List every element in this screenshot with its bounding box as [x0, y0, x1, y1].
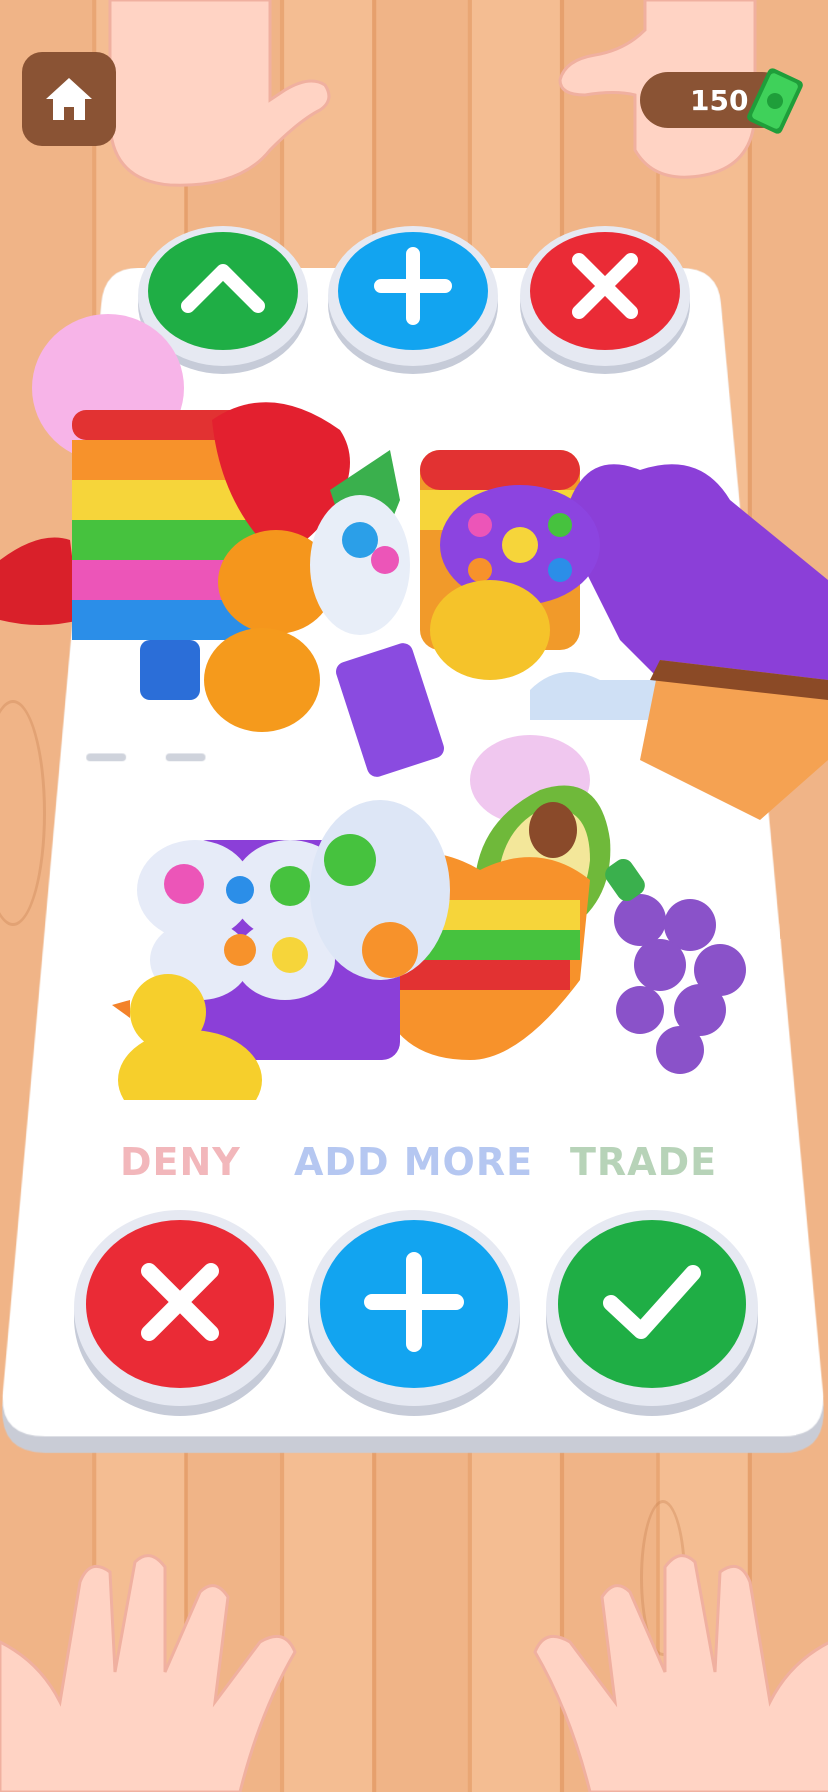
cash-icon [747, 68, 803, 134]
add-more-label: ADD MORE [294, 1140, 534, 1184]
deny-button[interactable] [74, 1210, 286, 1406]
home-button[interactable] [22, 52, 116, 146]
rainbow-stick-toy [336, 643, 444, 777]
home-icon [46, 78, 92, 120]
yellow-ball-toy [430, 580, 550, 680]
deny-label: DENY [120, 1140, 241, 1184]
currency-counter: 150 [640, 68, 803, 134]
toy-pile [0, 314, 828, 1100]
orange-toy [204, 628, 320, 732]
fidget-spinner-toy [310, 800, 450, 980]
player-left-hand [0, 1554, 297, 1792]
plus-icon [364, 1252, 464, 1352]
grapes-toy [614, 894, 746, 1074]
trade-label: TRADE [570, 1140, 718, 1184]
add-more-button[interactable] [308, 1210, 520, 1406]
check-icon [603, 1265, 701, 1339]
currency-amount: 150 [690, 83, 749, 117]
trade-button[interactable] [546, 1210, 758, 1406]
player-right-hand [533, 1554, 828, 1792]
red-toy [0, 537, 80, 625]
close-icon [141, 1263, 219, 1341]
